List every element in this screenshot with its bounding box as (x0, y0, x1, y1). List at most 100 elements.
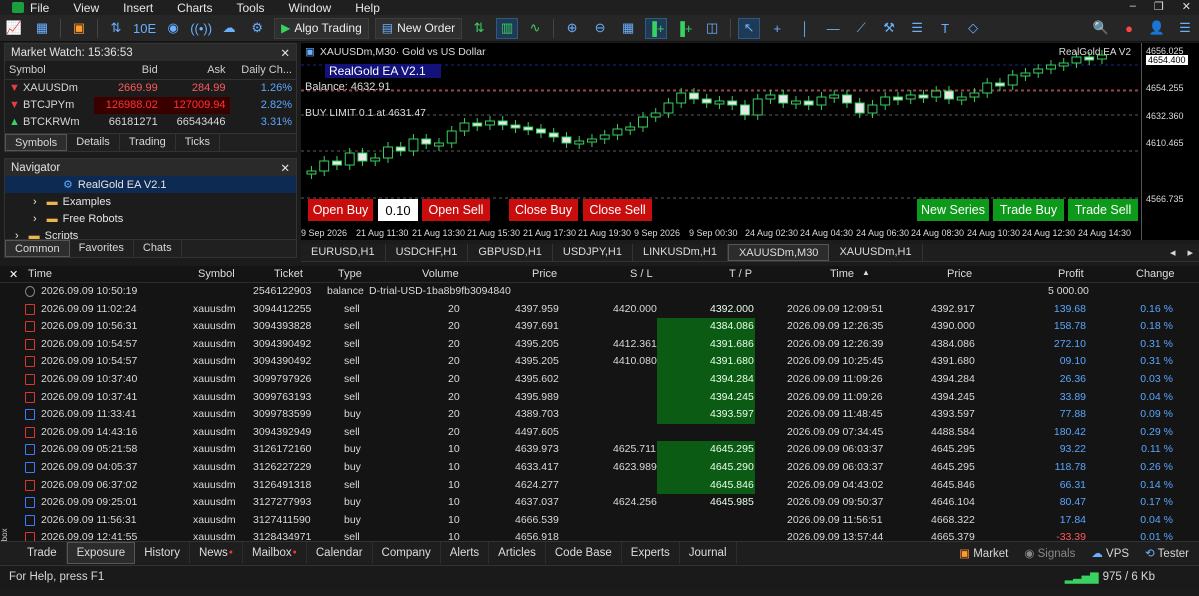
table-row[interactable]: 2026.09.09 11:33:41 xauusdm 3099783599 buy 2… (0, 406, 1199, 424)
signals-icon[interactable]: ◉ (162, 18, 184, 39)
close-icon[interactable]: ✕ (9, 268, 18, 281)
tab-news[interactable]: News ● (190, 541, 243, 564)
column-close-price[interactable]: Price (947, 268, 972, 280)
column-price[interactable]: Price (532, 268, 557, 280)
balance-row[interactable]: 2026.09.09 10:50:19 2546122903 balance D-tr… (0, 283, 1199, 301)
tab-trade[interactable]: Trade (18, 541, 67, 564)
tab-common[interactable]: Common (5, 240, 70, 257)
table-row[interactable]: 2026.09.09 04:05:37 xauusdm 3126227229 buy 1… (0, 459, 1199, 477)
lot-size-input[interactable]: 0.10 (378, 199, 418, 221)
tools-icon[interactable]: ⚒ (878, 18, 900, 39)
column-type[interactable]: Type (338, 268, 362, 280)
table-row[interactable]: 2026.09.09 10:37:41 xauusdm 3099763193 sell… (0, 388, 1199, 407)
chart-tab-active[interactable]: XAUUSDm,M30 (727, 244, 830, 261)
chart-tab[interactable]: GBPUSD,H1 (468, 244, 553, 261)
column-symbol[interactable]: Symbol (5, 61, 94, 80)
market-watch-row[interactable]: ▼ XAUUSDm 2669.99 284.99 1.26% (5, 80, 296, 97)
chart-tab[interactable]: USDJPY,H1 (553, 244, 633, 261)
tester-link[interactable]: ⟲ Tester (1145, 546, 1189, 560)
table-row[interactable]: 2026.09.09 10:54:57 xauusdm 3094390492 sell… (0, 353, 1199, 371)
menu-window[interactable]: Window (289, 1, 332, 15)
market-watch-row[interactable]: ▲ BTCKRWm 66181271 66543446 3.31% (5, 114, 296, 131)
open-sell-button[interactable]: Open Sell (422, 199, 490, 221)
tab-ticks[interactable]: Ticks (176, 134, 220, 151)
text-icon[interactable]: T (934, 18, 956, 39)
market-link[interactable]: ▣ Market (959, 546, 1008, 560)
crosshair-icon[interactable]: + (766, 18, 788, 39)
horizontal-line-icon[interactable]: — (822, 18, 844, 39)
line-chart-icon[interactable]: ∿ (524, 18, 546, 39)
depth-icon[interactable]: ⇅ (105, 18, 127, 39)
buy-sell-icon[interactable]: ⇅ (468, 18, 490, 39)
column-close-time[interactable]: Time (830, 268, 854, 280)
column-ask[interactable]: Ask (161, 61, 230, 80)
menu-insert[interactable]: Insert (123, 1, 153, 15)
trendline-icon[interactable]: ⟋ (850, 18, 872, 39)
menu-tools[interactable]: Tools (237, 1, 265, 15)
navigator-item-free-robots[interactable]: › ▬ Free Robots (5, 210, 296, 227)
tile-icon[interactable]: ▦ (617, 18, 639, 39)
table-row[interactable]: 2026.09.09 10:54:57 xauusdm 3094390492 sell… (0, 335, 1199, 354)
close-icon[interactable]: ✕ (280, 46, 290, 60)
toolbar-menu-icon[interactable]: ☰ (1174, 18, 1196, 39)
column-change[interactable]: Change (1136, 268, 1175, 280)
one-click-icon[interactable]: 10E (133, 18, 156, 39)
market-icon[interactable]: ▣ (68, 18, 90, 39)
close-sell-button[interactable]: Close Sell (583, 199, 652, 221)
close-icon[interactable]: ✕ (280, 161, 290, 175)
profiles-icon[interactable]: ▦ (31, 18, 53, 39)
column-symbol[interactable]: Symbol (198, 268, 235, 280)
time-axis[interactable]: 9 Sep 2026 21 Aug 11:30 21 Aug 13:30 21 Aug… (301, 227, 1141, 240)
chevron-right-icon[interactable]: › (33, 196, 37, 208)
market-watch-row[interactable]: ▼ BTCJPYm 126988.02 127009.94 2.82% (5, 96, 296, 114)
new-order-button[interactable]: ▤ New Order (374, 17, 463, 39)
autoscroll-icon[interactable]: ▐+ (645, 17, 668, 39)
tab-chats[interactable]: Chats (134, 240, 182, 257)
open-buy-button[interactable]: Open Buy (308, 199, 373, 221)
vertical-line-icon[interactable]: │ (794, 18, 816, 39)
close-buy-button[interactable]: Close Buy (509, 199, 578, 221)
channel-icon[interactable]: ☰ (906, 18, 928, 39)
chart-tab[interactable]: LINKUSDm,H1 (633, 244, 728, 261)
tab-symbols[interactable]: Symbols (5, 134, 68, 151)
navigator-item-ea[interactable]: ⚙ RealGold EA V2.1 (5, 176, 296, 193)
table-row[interactable]: 2026.09.09 11:02:24 xauusdm 3094412255 sell… (0, 301, 1199, 319)
restore-icon[interactable]: ❐ (1154, 0, 1164, 13)
tab-experts[interactable]: Experts (622, 541, 680, 564)
chart-tab[interactable]: XAUUSDm,H1 (829, 244, 923, 261)
column-volume[interactable]: Volume (422, 268, 459, 280)
new-series-button[interactable]: New Series (917, 199, 989, 221)
notifications-icon[interactable]: ● (1118, 18, 1140, 39)
gear-icon[interactable]: ⚙ (246, 18, 268, 39)
chart-menu-icon[interactable]: ▣ (305, 46, 315, 58)
search-icon[interactable]: 🔍 (1090, 18, 1112, 39)
vps-icon[interactable]: ☁ (218, 18, 240, 39)
menu-help[interactable]: Help (355, 1, 380, 15)
column-sl[interactable]: S / L (630, 268, 653, 280)
candles-icon[interactable]: ▥ (496, 17, 519, 39)
table-row[interactable]: 2026.09.09 06:37:02 xauusdm 3126491318 sell… (0, 476, 1199, 495)
table-row[interactable]: 2026.09.09 05:21:58 xauusdm 3126172160 buy 1… (0, 441, 1199, 459)
signals-link[interactable]: ◉ Signals (1024, 546, 1075, 560)
tab-mailbox[interactable]: Mailbox ● (243, 541, 307, 564)
chart-type-icon[interactable]: 📈 (3, 18, 25, 39)
screenshot-icon[interactable]: ◫ (701, 18, 723, 39)
menu-view[interactable]: View (73, 1, 99, 15)
chart-shift-icon[interactable]: ▐+ (673, 18, 695, 39)
zoom-in-icon[interactable]: ⊕ (561, 18, 583, 39)
minimize-icon[interactable]: – (1130, 0, 1136, 13)
tab-articles[interactable]: Articles (489, 541, 546, 564)
tab-trading[interactable]: Trading (120, 134, 176, 151)
tab-alerts[interactable]: Alerts (441, 541, 490, 564)
navigator-item-examples[interactable]: › ▬ Examples (5, 193, 296, 210)
menu-charts[interactable]: Charts (177, 1, 212, 15)
column-ticket[interactable]: Ticket (274, 268, 303, 280)
vps-link[interactable]: ☁ VPS (1091, 546, 1129, 560)
radio-icon[interactable]: ((•)) (190, 18, 212, 39)
algo-trading-button[interactable]: ▶ Algo Trading (274, 17, 369, 39)
table-row[interactable]: 2026.09.09 10:37:40 xauusdm 3099797926 sell… (0, 371, 1199, 389)
menu-file[interactable]: File (30, 1, 49, 15)
tab-scroll-left-icon[interactable]: ◂ (1164, 244, 1182, 261)
zoom-out-icon[interactable]: ⊖ (589, 18, 611, 39)
account-icon[interactable]: 👤 (1146, 18, 1168, 39)
